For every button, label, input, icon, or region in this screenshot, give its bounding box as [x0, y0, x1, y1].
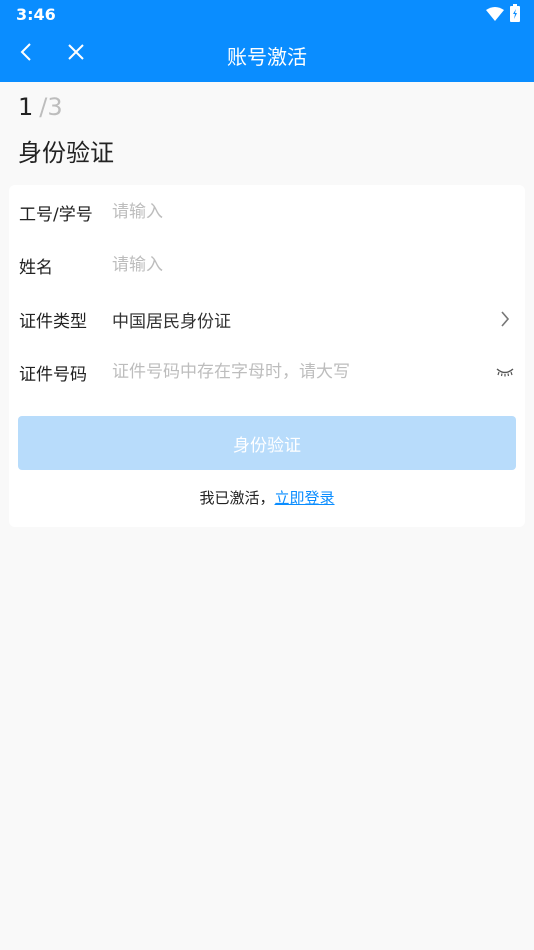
- page-title: 账号激活: [227, 45, 307, 69]
- step-current: 1: [18, 93, 34, 121]
- eye-closed-icon[interactable]: [495, 362, 515, 382]
- status-bar: 3:46: [0, 0, 534, 28]
- app-header: 3:46 账号激活: [0, 0, 534, 82]
- login-link[interactable]: 立即登录: [275, 489, 335, 507]
- doc-type-value: 中国居民身份证: [112, 311, 231, 332]
- status-icons: [486, 4, 520, 26]
- id-row: 工号/学号: [9, 185, 525, 239]
- section-title: 身份验证: [18, 139, 114, 167]
- id-label: 工号/学号: [19, 204, 93, 225]
- form-card: 工号/学号 姓名 证件类型 中国居民身份证 证件号码 身份验证 我已激活，立即登…: [9, 185, 525, 527]
- doc-type-row[interactable]: 证件类型 中国居民身份证: [9, 292, 525, 346]
- doc-type-label: 证件类型: [19, 311, 87, 332]
- login-prefix: 我已激活，: [199, 489, 275, 507]
- login-prompt: 我已激活，立即登录: [9, 487, 525, 508]
- nav-bar: 账号激活: [0, 28, 534, 82]
- battery-icon: [510, 4, 520, 26]
- doc-number-row: 证件号码: [9, 345, 525, 399]
- step-indicator: 1/3: [18, 93, 63, 121]
- status-time: 3:46: [16, 5, 56, 24]
- name-row: 姓名: [9, 238, 525, 292]
- chevron-right-icon: [495, 309, 515, 329]
- name-input[interactable]: [112, 249, 517, 281]
- doc-number-label: 证件号码: [19, 364, 87, 385]
- id-input[interactable]: [112, 196, 517, 228]
- wifi-icon: [486, 6, 504, 25]
- step-total: /3: [39, 93, 63, 121]
- name-label: 姓名: [19, 257, 53, 278]
- doc-number-input[interactable]: [112, 356, 489, 388]
- verify-button[interactable]: 身份验证: [18, 416, 516, 470]
